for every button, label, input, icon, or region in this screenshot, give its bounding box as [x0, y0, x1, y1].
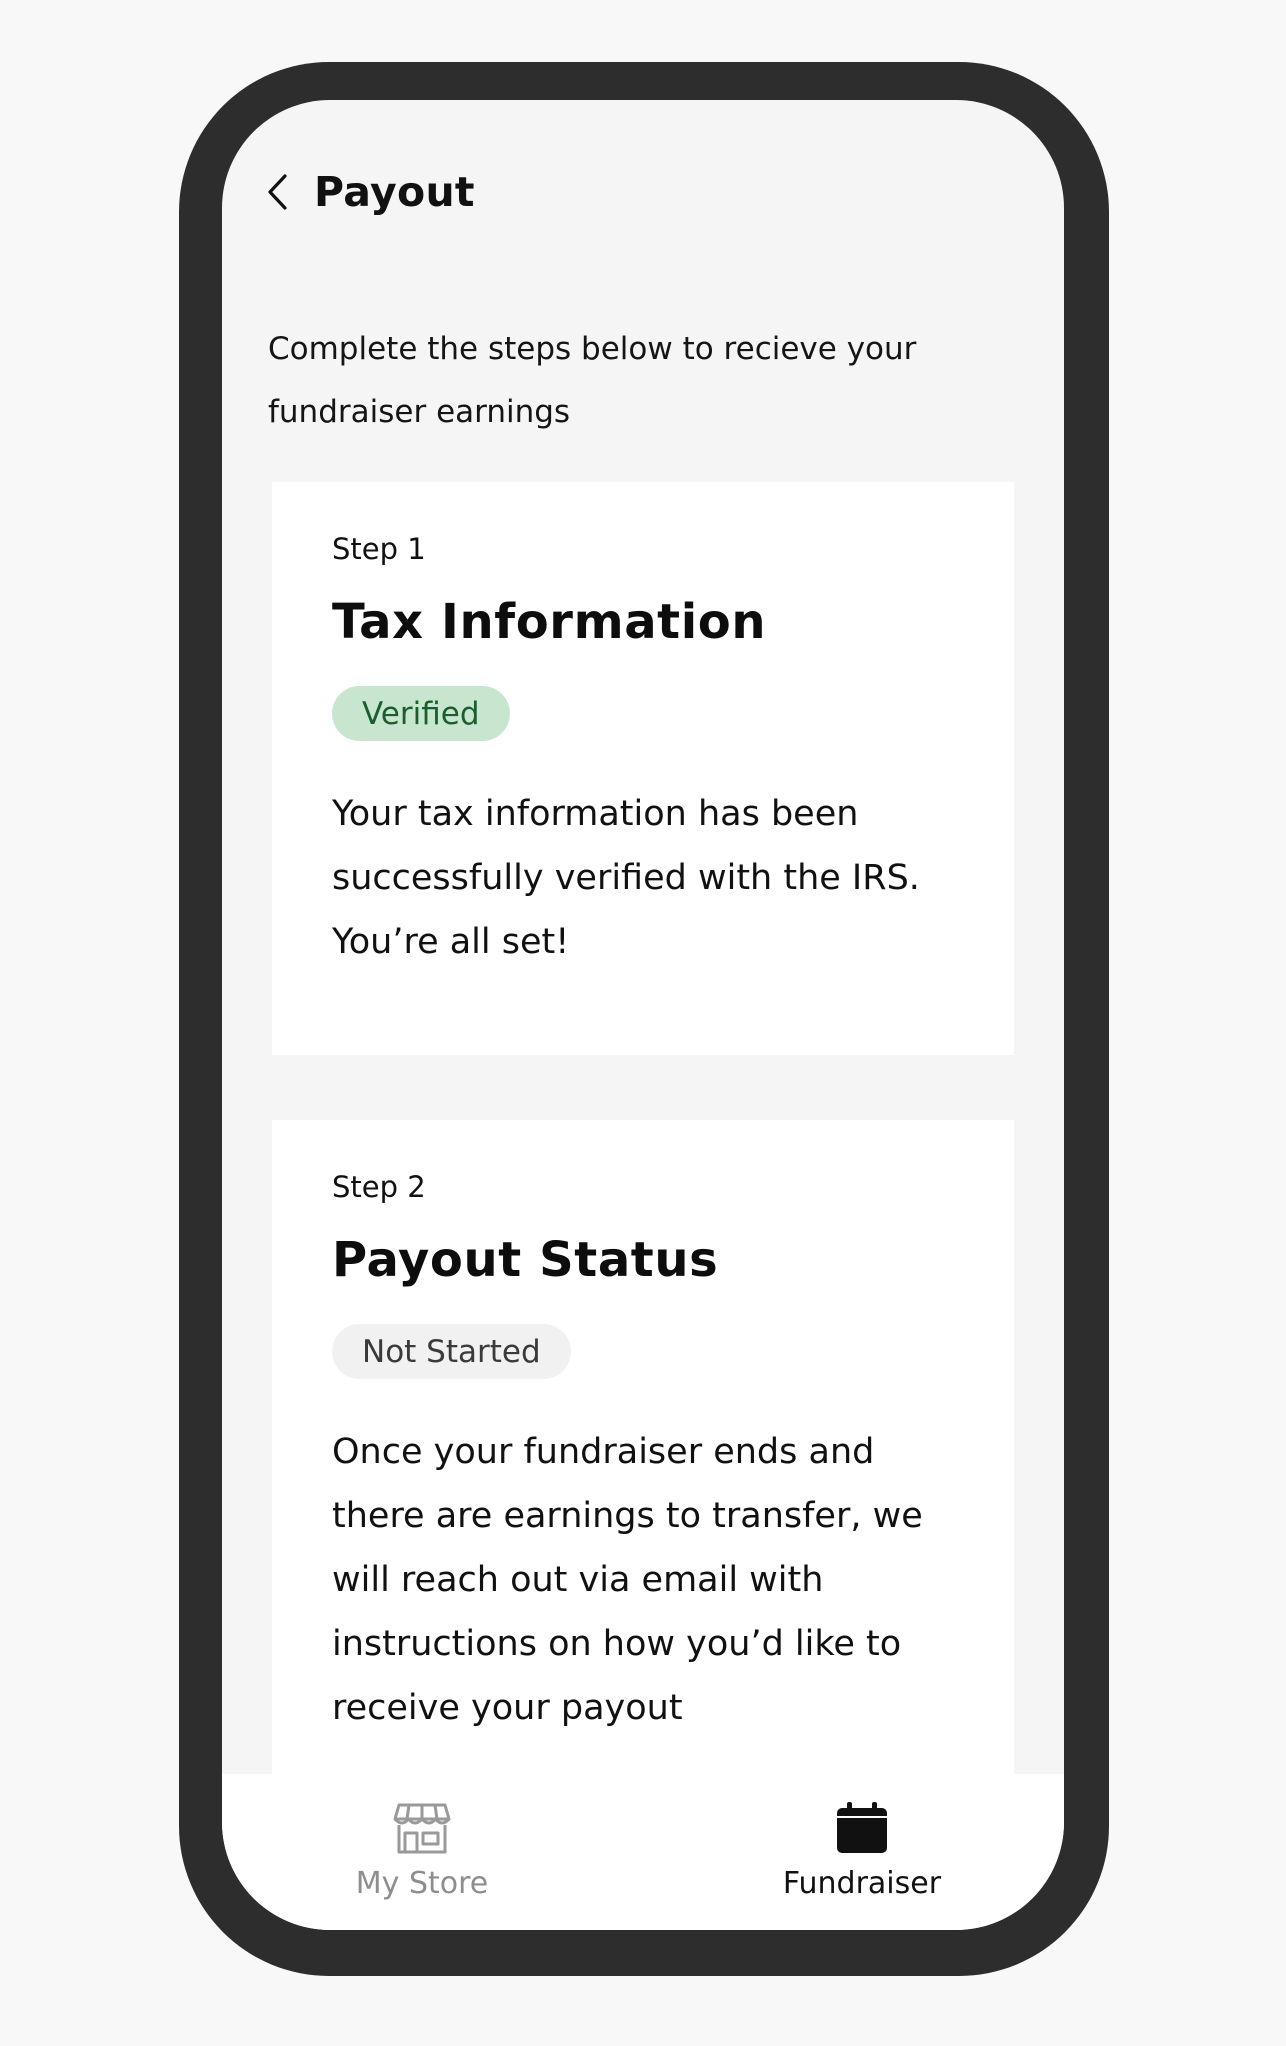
card-description: Your tax information has been successful…	[332, 794, 920, 962]
status-badge-verified: Verified	[332, 686, 510, 741]
step-label: Step 1	[332, 532, 426, 566]
chevron-left-icon	[268, 174, 287, 210]
card-title: Payout Status	[332, 1232, 719, 1288]
bottom-tab-bar: My Store Fundraiser	[222, 1774, 1064, 1930]
step-label: Step 2	[332, 1170, 426, 1204]
tab-label: Fundraiser	[782, 1866, 942, 1901]
tab-fundraiser[interactable]: Fundraiser	[742, 1800, 982, 1910]
card-description: Once your fundraiser ends and there are …	[332, 1432, 923, 1728]
tab-my-store[interactable]: My Store	[302, 1800, 542, 1910]
status-badge-not-started: Not Started	[332, 1324, 571, 1379]
page-title: Payout	[314, 168, 475, 216]
step-card-tax-information: Step 1 Tax Information Verified Your tax…	[272, 482, 1014, 1055]
store-icon	[392, 1800, 452, 1856]
phone-screen: Payout Complete the steps below to recie…	[222, 100, 1064, 1930]
tab-label: My Store	[355, 1866, 489, 1901]
card-title: Tax Information	[332, 594, 767, 650]
page-header: Payout	[266, 160, 475, 224]
phone-frame: Payout Complete the steps below to recie…	[179, 62, 1109, 1976]
intro-text: Complete the steps below to recieve your…	[268, 331, 917, 430]
step-card-payout-status: Step 2 Payout Status Not Started Once yo…	[272, 1120, 1014, 1780]
back-button[interactable]	[266, 172, 306, 212]
calendar-icon	[832, 1800, 892, 1856]
